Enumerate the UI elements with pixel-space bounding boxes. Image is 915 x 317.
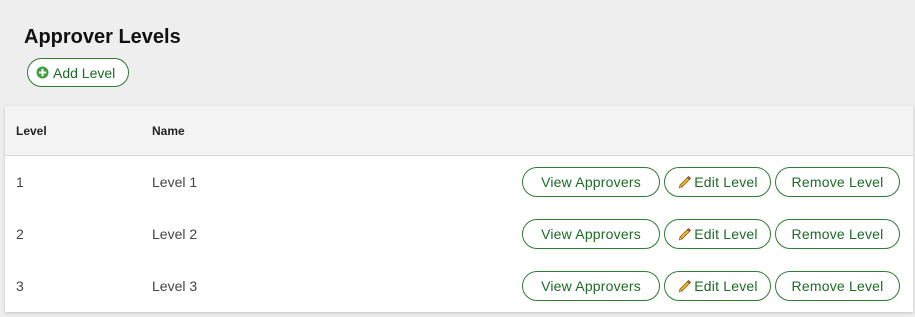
add-level-label: Add Level xyxy=(53,64,116,81)
pencil-icon xyxy=(677,279,692,294)
view-approvers-button[interactable]: View Approvers xyxy=(522,219,660,249)
edit-level-button[interactable]: Edit Level xyxy=(664,271,771,301)
edit-level-label: Edit Level xyxy=(694,278,758,294)
column-header-name: Name xyxy=(152,124,185,138)
add-level-button[interactable]: Add Level xyxy=(27,58,130,87)
view-approvers-button[interactable]: View Approvers xyxy=(522,271,660,301)
remove-level-button[interactable]: Remove Level xyxy=(775,167,900,197)
page-title: Approver Levels xyxy=(24,26,181,48)
level-cell: 2 xyxy=(16,226,24,242)
row-actions: View Approvers Edit Level Remove Level xyxy=(522,219,900,249)
edit-level-label: Edit Level xyxy=(694,226,758,242)
edit-level-button[interactable]: Edit Level xyxy=(664,167,771,197)
table-row: 3 Level 3 View Approvers Edit Level Remo… xyxy=(5,260,913,312)
edit-level-label: Edit Level xyxy=(694,174,758,190)
name-cell: Level 1 xyxy=(152,174,198,190)
pencil-icon xyxy=(677,227,692,242)
name-cell: Level 3 xyxy=(152,278,198,294)
table-row: 1 Level 1 View Approvers Edit Level Remo… xyxy=(5,156,913,208)
name-cell: Level 2 xyxy=(152,226,198,242)
table-header: Level Name xyxy=(5,106,913,156)
row-actions: View Approvers Edit Level Remove Level xyxy=(522,167,900,197)
pencil-icon xyxy=(677,175,692,190)
level-cell: 1 xyxy=(16,174,24,190)
view-approvers-button[interactable]: View Approvers xyxy=(522,167,660,197)
row-actions: View Approvers Edit Level Remove Level xyxy=(522,271,900,301)
approver-levels-table: Level Name 1 Level 1 View Approvers Edit… xyxy=(5,106,913,312)
plus-circle-icon xyxy=(36,66,49,79)
table-row: 2 Level 2 View Approvers Edit Level Remo… xyxy=(5,208,913,260)
edit-level-button[interactable]: Edit Level xyxy=(664,219,771,249)
level-cell: 3 xyxy=(16,278,24,294)
column-header-level: Level xyxy=(16,124,47,138)
remove-level-button[interactable]: Remove Level xyxy=(775,219,900,249)
remove-level-button[interactable]: Remove Level xyxy=(775,271,900,301)
